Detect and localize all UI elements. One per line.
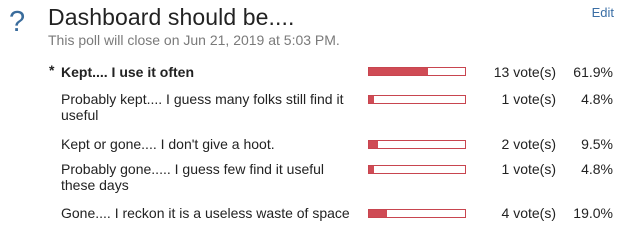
question-icon: ? — [9, 6, 26, 38]
vote-percent: 4.8% — [581, 161, 613, 177]
poll-close-notice: This poll will close on Jun 21, 2019 at … — [48, 32, 340, 48]
vote-percent: 4.8% — [581, 91, 613, 107]
option-label: Kept.... I use it often — [61, 64, 195, 80]
vote-percent: 9.5% — [581, 136, 613, 152]
voted-marker: * — [49, 62, 55, 78]
result-bar-fill — [369, 96, 374, 103]
result-bar — [368, 209, 466, 218]
vote-percent: 61.9% — [573, 64, 613, 80]
vote-percent: 19.0% — [573, 205, 613, 221]
option-label: Kept or gone.... I don't give a hoot. — [61, 136, 275, 152]
option-label: Gone.... I reckon it is a useless waste … — [61, 205, 350, 221]
poll-widget: ? Dashboard should be.... This poll will… — [0, 0, 628, 243]
vote-count: 2 vote(s) — [501, 136, 556, 152]
poll-title: Dashboard should be.... — [48, 4, 295, 30]
result-bar — [368, 165, 466, 174]
result-bar-fill — [369, 68, 429, 75]
option-label: Probably kept.... I guess many folks sti… — [61, 91, 344, 123]
option-label: Probably gone..... I guess few find it u… — [61, 161, 325, 193]
vote-count: 13 vote(s) — [493, 64, 556, 80]
vote-count: 1 vote(s) — [501, 91, 556, 107]
result-bar-fill — [369, 210, 388, 217]
edit-link[interactable]: Edit — [592, 5, 614, 20]
result-bar — [368, 95, 466, 104]
result-bar-fill — [369, 141, 379, 148]
vote-count: 4 vote(s) — [501, 205, 556, 221]
vote-count: 1 vote(s) — [501, 161, 556, 177]
result-bar — [368, 140, 466, 149]
result-bar-fill — [369, 166, 374, 173]
result-bar — [368, 67, 466, 76]
